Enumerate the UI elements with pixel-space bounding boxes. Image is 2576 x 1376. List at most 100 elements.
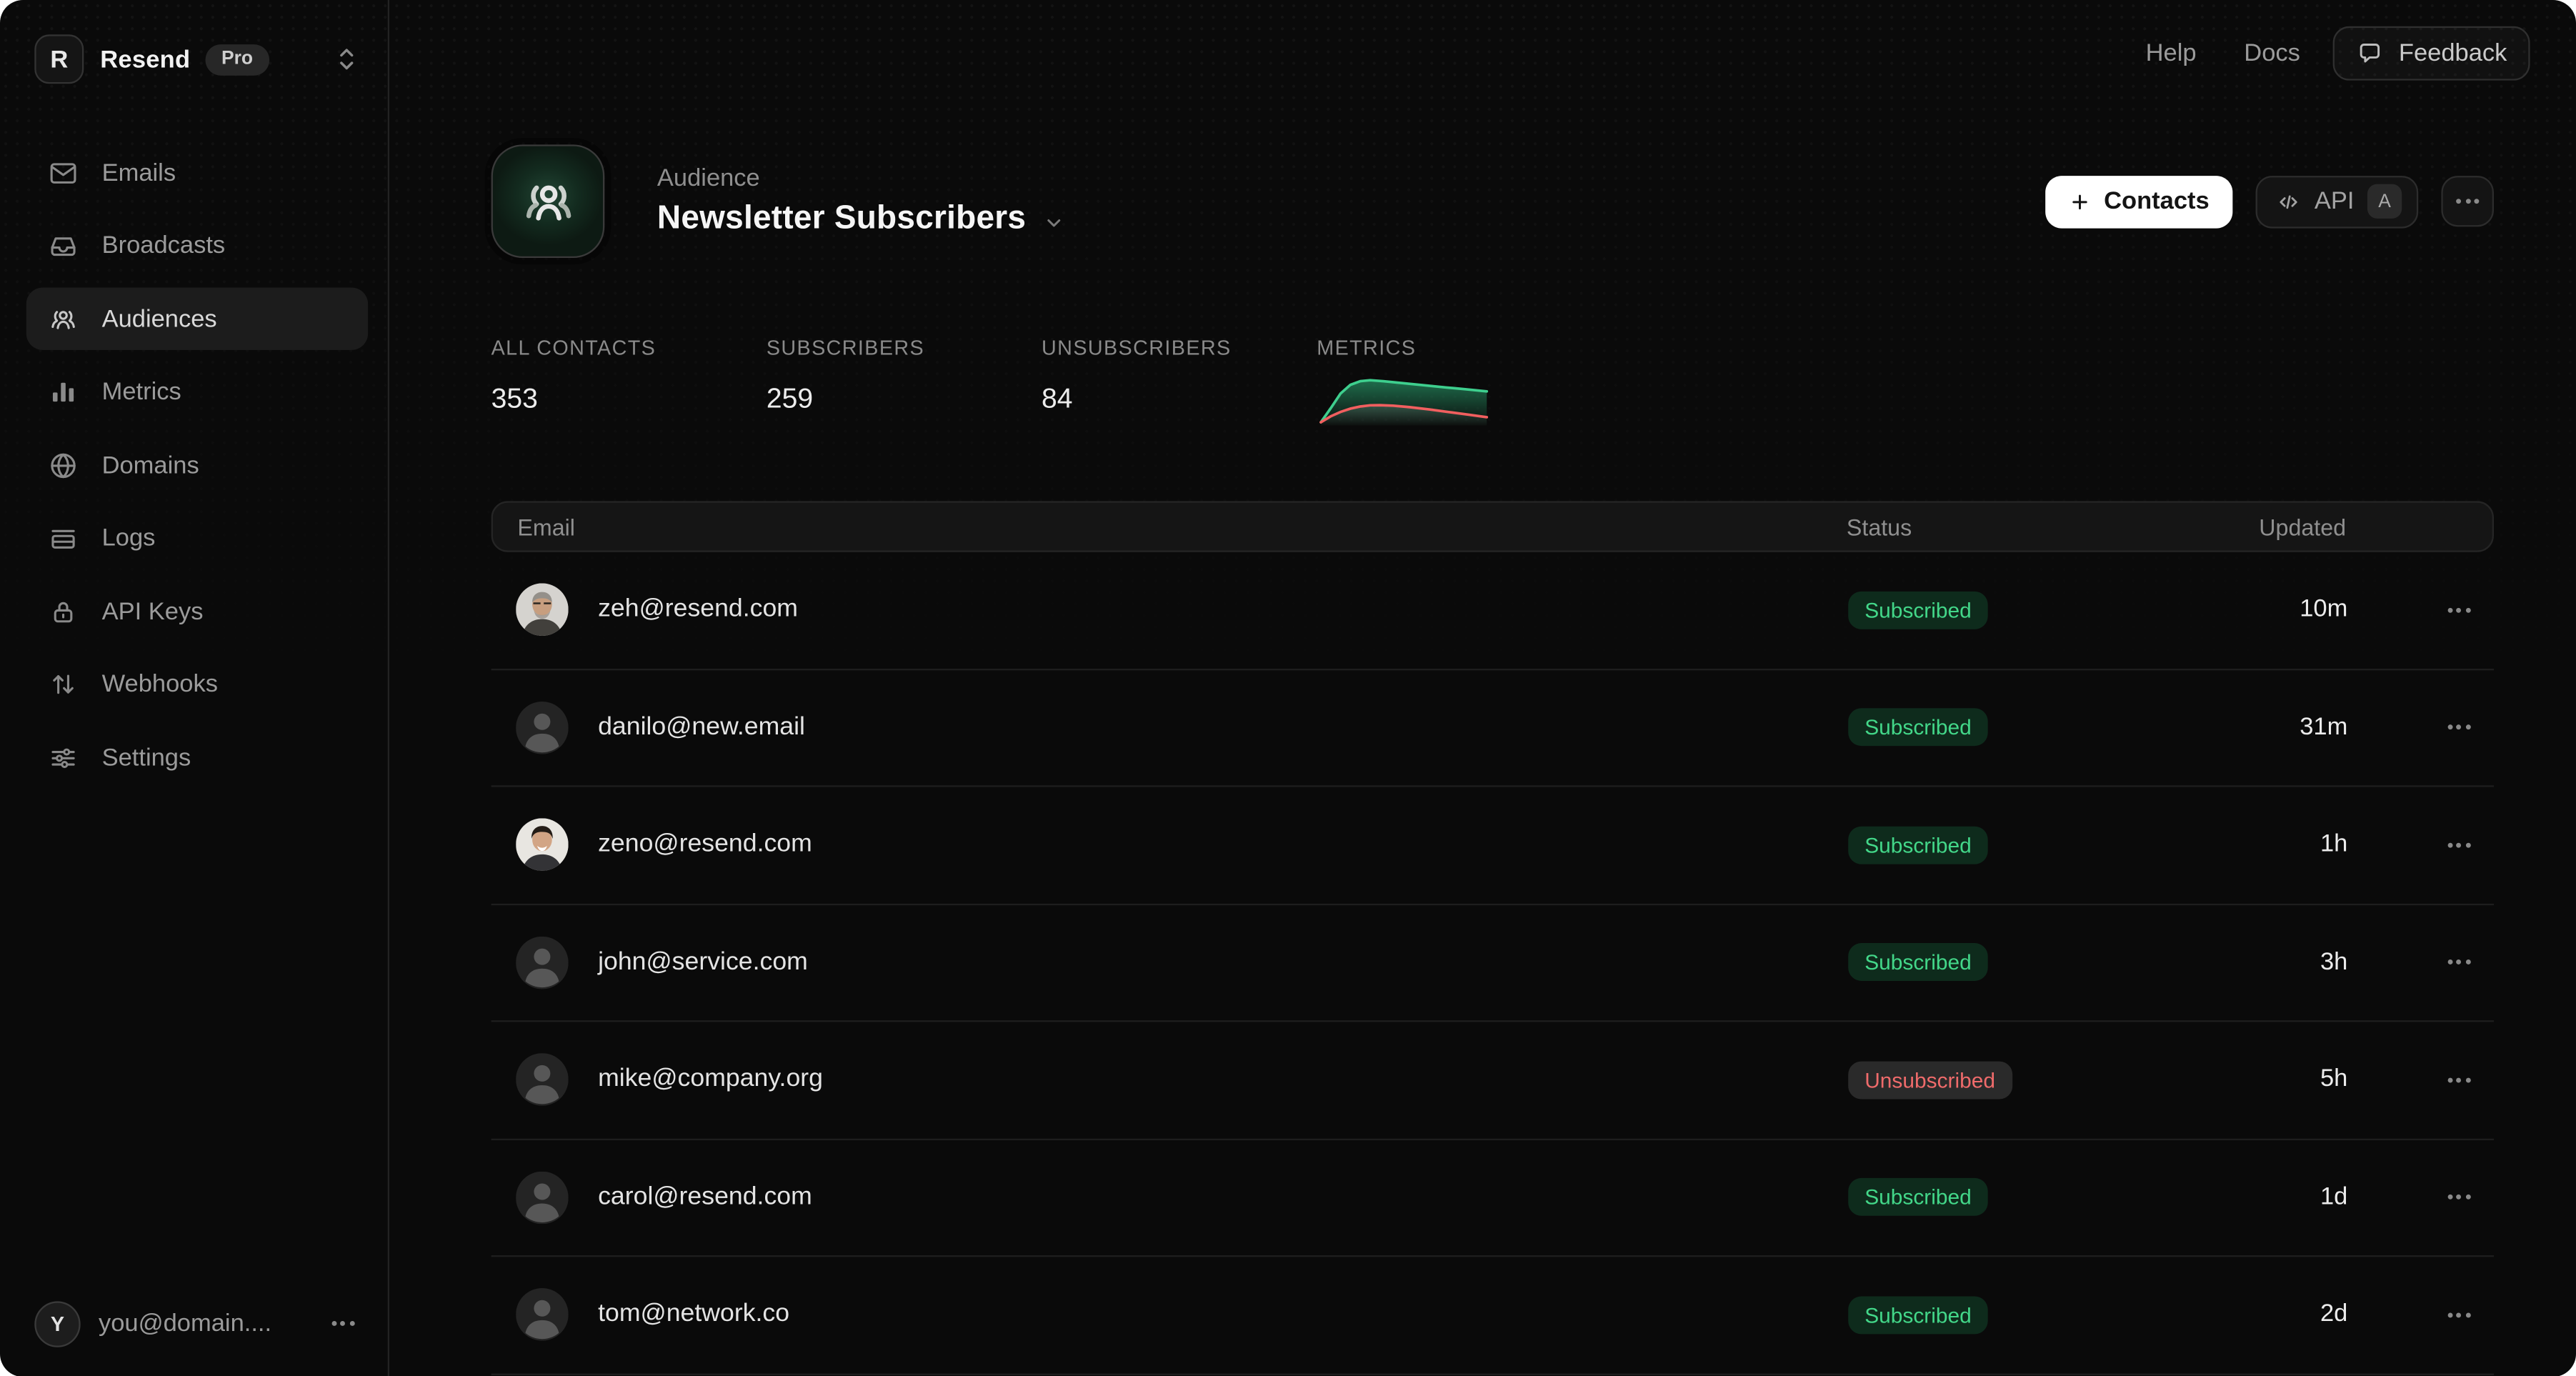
contact-email: zeno@resend.com (598, 830, 812, 859)
stat-value: 353 (491, 383, 767, 416)
sidebar-item-label: Audiences (102, 305, 217, 333)
account-menu[interactable]: Y you@domain.... (0, 1271, 388, 1376)
add-contacts-button[interactable]: Contacts (2045, 175, 2232, 228)
sidebar-item-logs[interactable]: Logs (26, 507, 368, 569)
sidebar-item-label: Metrics (102, 378, 181, 406)
table-row[interactable]: john@service.com Subscribed 3h (491, 904, 2494, 1022)
updated-time: 1h (2320, 830, 2347, 858)
sidebar-item-metrics[interactable]: Metrics (26, 361, 368, 423)
page-eyebrow: Audience (657, 164, 1064, 192)
ellipsis-icon (2456, 199, 2480, 204)
contact-avatar-photo (516, 584, 569, 637)
list-icon (48, 522, 79, 554)
plan-badge: Pro (205, 44, 269, 75)
status-badge: Subscribed (1848, 709, 1988, 747)
more-options-button[interactable] (2441, 176, 2494, 226)
updated-time: 5h (2320, 1065, 2347, 1093)
arrows-up-down-icon (48, 669, 79, 700)
table-row[interactable]: danilo@new.email Subscribed 31m (491, 669, 2494, 787)
table-row[interactable]: zeh@resend.com Subscribed 10m (491, 552, 2494, 669)
plus-icon (2068, 190, 2091, 213)
feedback-label: Feedback (2399, 39, 2507, 66)
sidebar: R Resend Pro Emails Broadcasts Audiences (0, 0, 389, 1376)
stat-unsubscribers: UNSUBSCRIBERS 84 (1042, 336, 1317, 425)
sidebar-item-domains[interactable]: Domains (26, 434, 368, 496)
stats-row: ALL CONTACTS 353 SUBSCRIBERS 259 UNSUBSC… (491, 336, 2494, 425)
chevron-down-icon (1042, 211, 1064, 233)
table-row[interactable]: mike@company.org Unsubscribed 5h (491, 1022, 2494, 1139)
status-badge: Unsubscribed (1848, 1061, 2012, 1099)
status-badge: Subscribed (1848, 1296, 1988, 1334)
contacts-table: Email Status Updated zeh@resend.com Subs… (491, 501, 2494, 1374)
sidebar-item-label: Settings (102, 744, 191, 772)
sidebar-item-api-keys[interactable]: API Keys (26, 580, 368, 642)
add-contacts-label: Contacts (2104, 187, 2210, 215)
table-row[interactable]: tom@network.co Subscribed 2d (491, 1257, 2494, 1374)
contact-email: carol@resend.com (598, 1182, 812, 1212)
ellipsis-icon[interactable] (331, 1321, 355, 1326)
table-header: Email Status Updated (491, 501, 2494, 552)
sidebar-item-audiences[interactable]: Audiences (26, 287, 368, 349)
stat-subscribers: SUBSCRIBERS 259 (767, 336, 1042, 425)
audience-switcher[interactable]: Newsletter Subscribers (657, 201, 1064, 239)
updated-time: 2d (2320, 1300, 2347, 1328)
sidebar-item-webhooks[interactable]: Webhooks (26, 653, 368, 715)
brand-name: Resend (100, 45, 190, 73)
row-menu-button[interactable] (2447, 725, 2471, 730)
page-header: Audience Newsletter Subscribers Contacts… (491, 144, 2494, 258)
stat-label: ALL CONTACTS (491, 336, 767, 359)
envelope-icon (48, 157, 79, 189)
contact-email: tom@network.co (598, 1300, 789, 1330)
header-actions: Contacts API A (2045, 175, 2494, 228)
speech-bubble-icon (2356, 39, 2384, 66)
topbar: Help Docs Feedback (389, 0, 2576, 105)
stat-metrics: METRICS (1317, 336, 1592, 425)
stat-all-contacts: ALL CONTACTS 353 (491, 336, 767, 425)
row-menu-button[interactable] (2447, 1077, 2471, 1082)
user-avatar: Y (34, 1300, 80, 1346)
contact-email: john@service.com (598, 947, 808, 977)
lock-icon (48, 596, 79, 627)
feedback-button[interactable]: Feedback (2333, 26, 2530, 80)
chevron-up-down-icon[interactable] (332, 41, 361, 77)
table-row[interactable]: carol@resend.com Subscribed 1d (491, 1140, 2494, 1257)
updated-time: 10m (2300, 595, 2347, 623)
column-header-updated: Updated (2247, 514, 2346, 540)
updated-time: 31m (2300, 713, 2347, 741)
sidebar-item-settings[interactable]: Settings (26, 726, 368, 788)
contact-avatar-placeholder (516, 936, 569, 989)
sidebar-item-emails[interactable]: Emails (26, 141, 368, 204)
status-badge: Subscribed (1848, 944, 1988, 982)
row-menu-button[interactable] (2447, 1195, 2471, 1200)
sidebar-item-label: API Keys (102, 597, 204, 625)
stat-label: UNSUBSCRIBERS (1042, 336, 1317, 359)
updated-time: 3h (2320, 947, 2347, 975)
row-menu-button[interactable] (2447, 607, 2471, 612)
metrics-sparkline-wrap (1317, 369, 1592, 425)
row-menu-button[interactable] (2447, 842, 2471, 847)
sidebar-item-label: Emails (102, 159, 176, 186)
sidebar-item-label: Domains (102, 451, 199, 479)
row-menu-button[interactable] (2447, 960, 2471, 965)
contact-avatar-placeholder (516, 1171, 569, 1224)
sidebar-item-label: Broadcasts (102, 231, 226, 259)
row-menu-button[interactable] (2447, 1312, 2471, 1317)
table-row[interactable]: zeno@resend.com Subscribed 1h (491, 787, 2494, 904)
globe-icon (48, 449, 79, 481)
updated-time: 1d (2320, 1182, 2347, 1210)
contact-email: mike@company.org (598, 1065, 823, 1095)
sidebar-item-label: Logs (102, 524, 156, 552)
workspace-switcher[interactable]: R Resend Pro (0, 0, 388, 105)
app-window: R Resend Pro Emails Broadcasts Audiences (0, 0, 2576, 1376)
column-header-email: Email (517, 514, 1846, 540)
status-badge: Subscribed (1848, 1178, 1988, 1216)
contact-email: zeh@resend.com (598, 595, 798, 624)
help-link[interactable]: Help (2146, 39, 2197, 66)
resend-logo-icon: R (34, 34, 84, 84)
sidebar-nav: Emails Broadcasts Audiences Metrics Doma… (0, 141, 388, 799)
api-button[interactable]: API A (2255, 175, 2418, 228)
sidebar-item-broadcasts[interactable]: Broadcasts (26, 214, 368, 276)
metrics-sparkline (1317, 369, 1489, 425)
docs-link[interactable]: Docs (2244, 39, 2300, 66)
main-content: Help Docs Feedback Audience Newsletter S… (389, 0, 2576, 1376)
